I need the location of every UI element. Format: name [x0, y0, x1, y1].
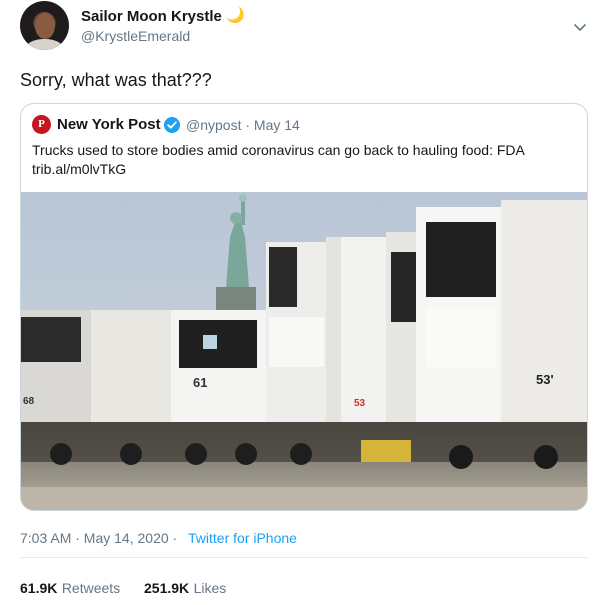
avatar[interactable]: [20, 1, 69, 50]
avatar-face: [35, 13, 55, 39]
quoted-text-block: Trucks used to store bodies amid coronav…: [32, 141, 577, 179]
author-handle[interactable]: @KrystleEmerald: [81, 28, 190, 44]
quoted-tweet-card[interactable]: P New York Post @nypost · May 14 Trucks …: [20, 103, 588, 511]
chevron-down-icon[interactable]: [571, 18, 589, 36]
likes-count: 251.9K: [144, 580, 190, 596]
author-name[interactable]: Sailor Moon Krystle: [81, 8, 222, 25]
tweet-source-link[interactable]: Twitter for iPhone: [188, 530, 297, 546]
truck-label: 53': [536, 372, 554, 387]
likes-label: Likes: [193, 580, 227, 596]
tweet-text: Sorry, what was that???: [20, 70, 212, 90]
truck-label: 61: [193, 375, 207, 390]
verified-badge-icon: [164, 117, 180, 133]
divider: [20, 557, 588, 558]
truck-trailer: [341, 232, 421, 462]
quoted-link[interactable]: trib.al/m0lvTkG: [32, 160, 577, 179]
retweets-stat[interactable]: 61.9K Retweets: [20, 580, 120, 598]
truck-trailer: [416, 200, 587, 469]
truck-label: 68: [23, 396, 35, 407]
nypost-logo-icon: P: [32, 115, 51, 134]
retweets-count: 61.9K: [20, 580, 58, 596]
quoted-text: Trucks used to store bodies amid coronav…: [32, 142, 525, 158]
retweets-label: Retweets: [61, 580, 121, 596]
quoted-source-name[interactable]: New York Post: [57, 116, 161, 133]
truck-label: 53: [354, 398, 366, 409]
quoted-handle-date: @nypost · May 14: [186, 117, 300, 133]
tweet-timestamp[interactable]: 7:03 AM · May 14, 2020 ·: [20, 530, 177, 546]
quoted-photo[interactable]: 61 68 53' 53: [21, 192, 587, 511]
crescent-moon-emoji: 🌙: [226, 7, 245, 24]
likes-stat[interactable]: 251.9K Likes: [144, 580, 226, 598]
avatar-shirt: [26, 39, 63, 50]
